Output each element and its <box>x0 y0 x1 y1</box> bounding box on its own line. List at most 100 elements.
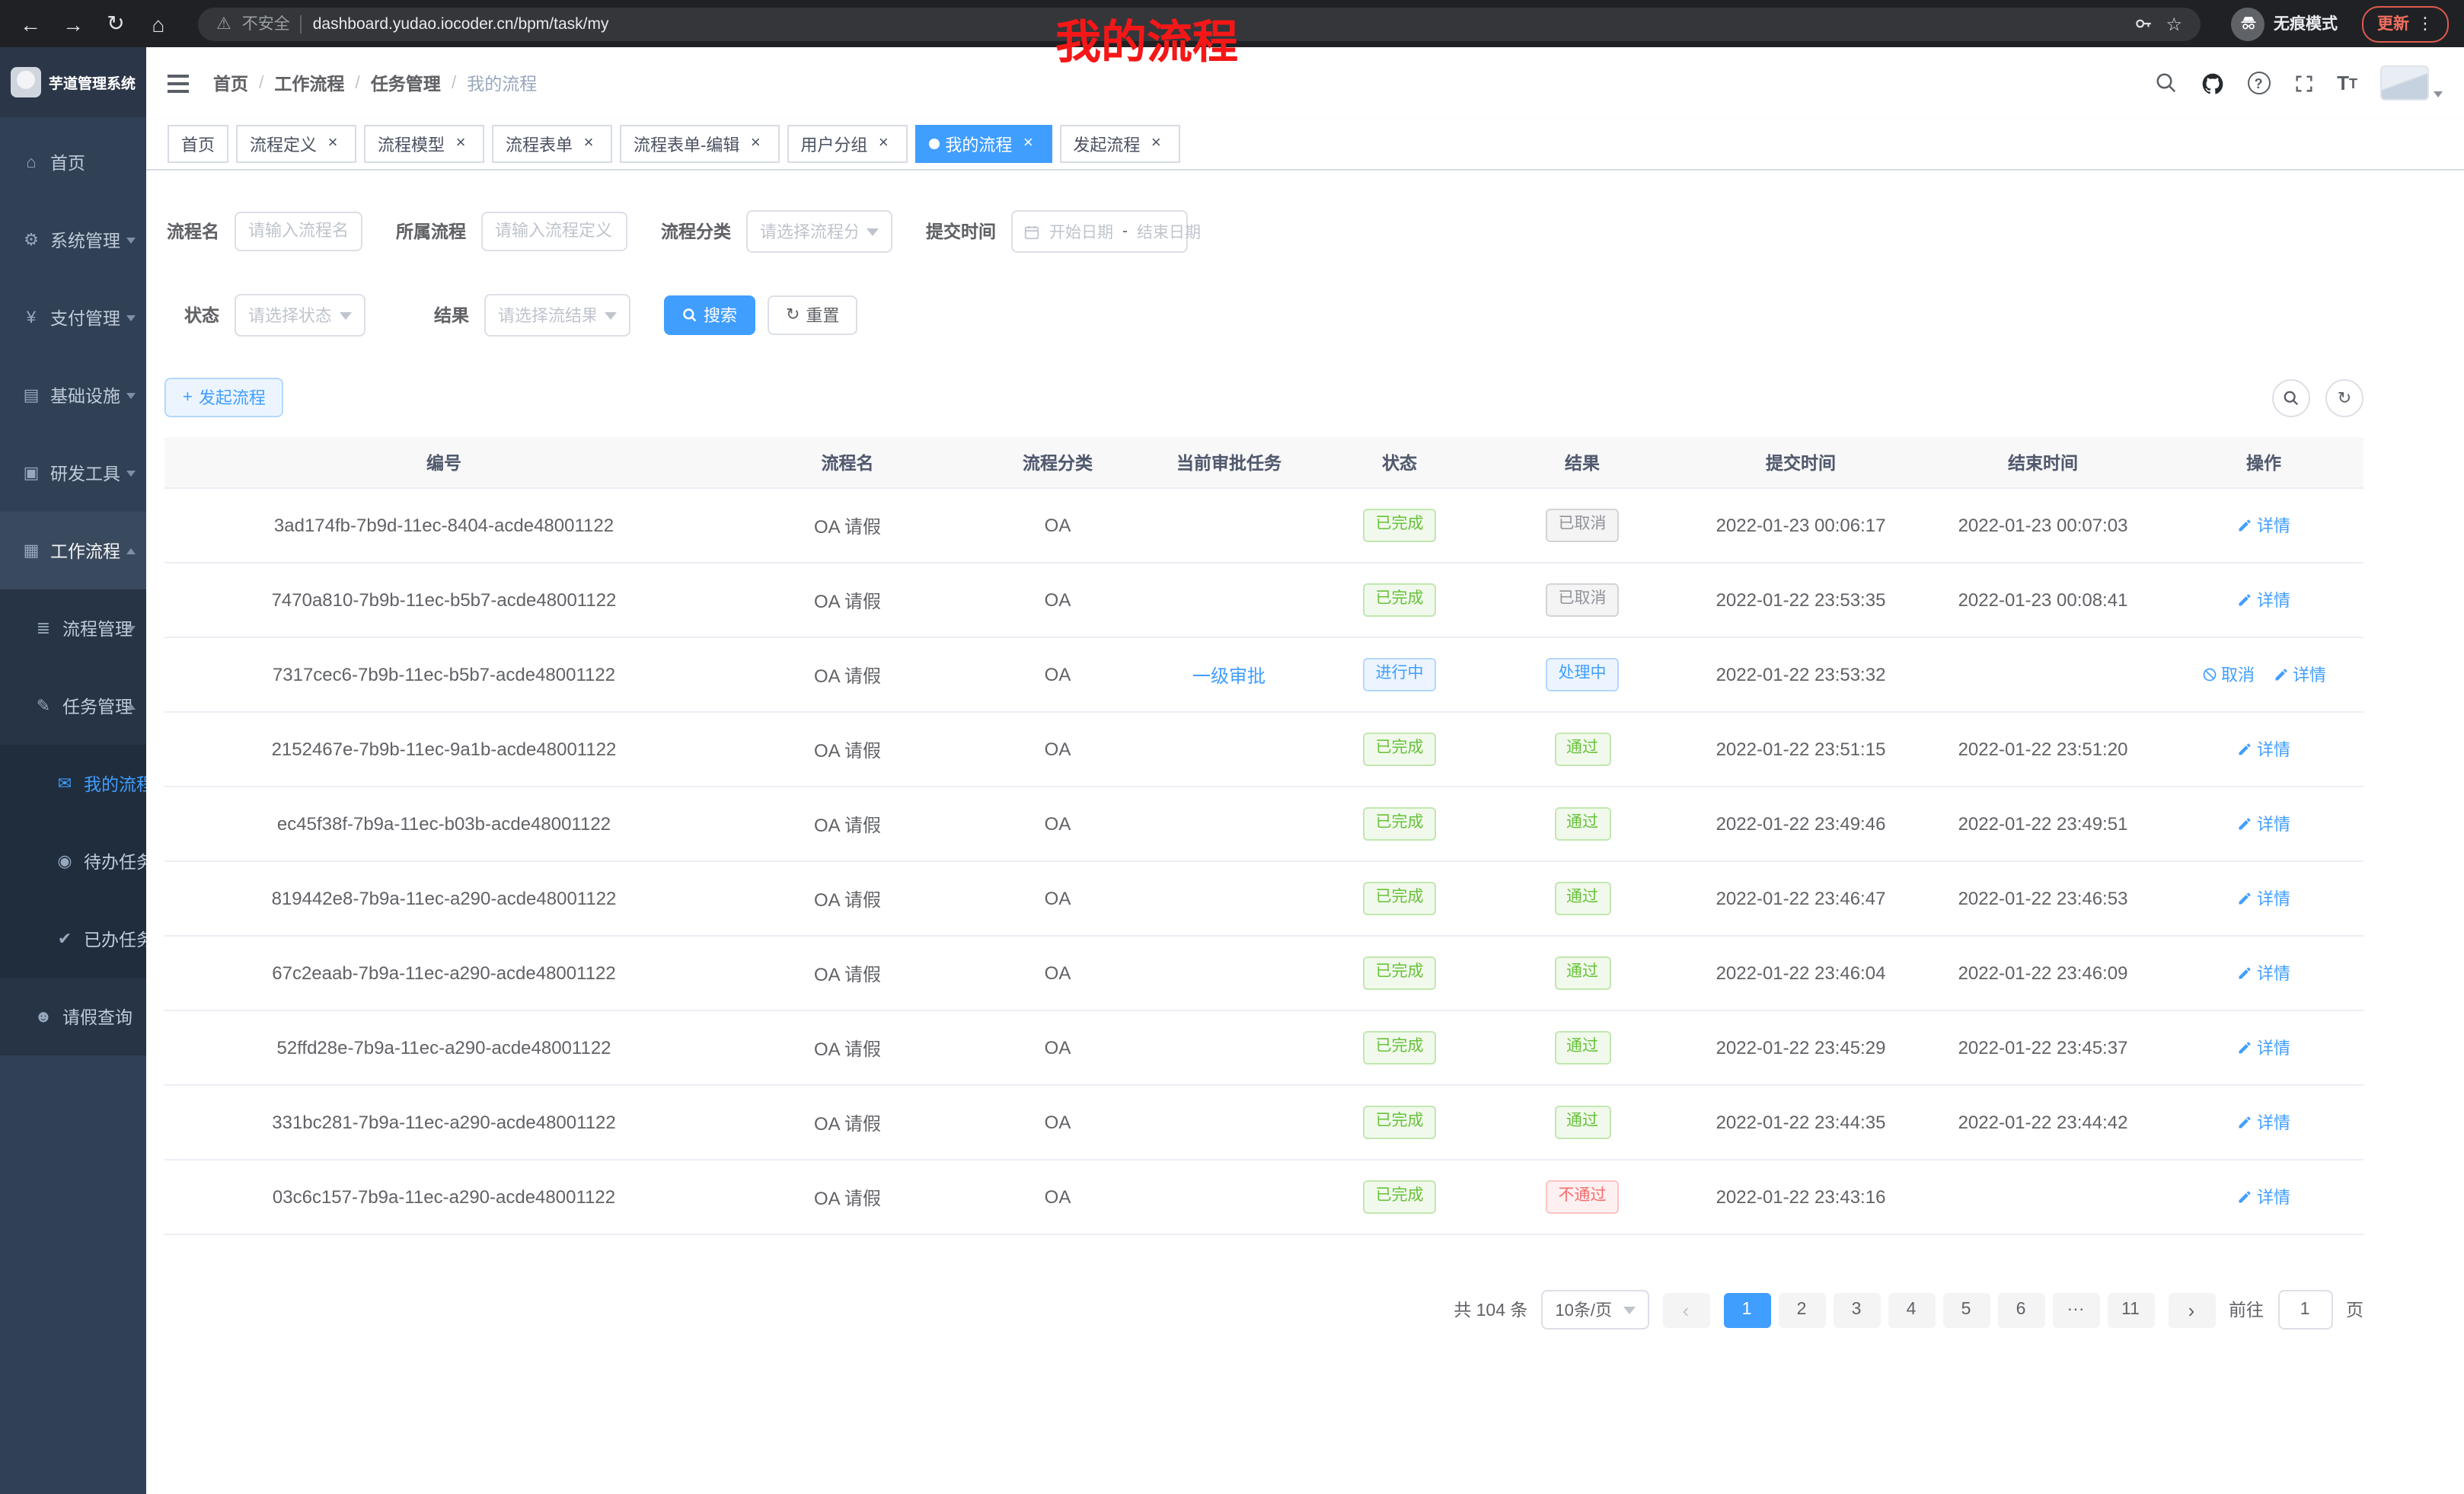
process-id-cell: ec45f38f-7b9a-11ec-b03b-acde48001122 <box>164 787 723 861</box>
sidebar-item-system[interactable]: ⚙系统管理 <box>0 201 146 279</box>
breadcrumb-item-task-management[interactable]: 任务管理 <box>371 71 441 95</box>
date-range-picker[interactable]: 开始日期 - 结束日期 <box>1011 210 1188 253</box>
page-button-11[interactable]: 11 <box>2107 1292 2154 1327</box>
current-task-link[interactable]: 一级审批 <box>1192 665 1266 686</box>
close-icon[interactable]: × <box>1146 134 1166 154</box>
goto-page-input[interactable] <box>2277 1290 2332 1330</box>
detail-link[interactable]: 详情 <box>2237 513 2290 538</box>
page-button-6[interactable]: 6 <box>1997 1292 2044 1327</box>
breadcrumb-item-home[interactable]: 首页 <box>213 71 248 95</box>
next-page-button[interactable]: › <box>2168 1292 2215 1327</box>
github-icon[interactable] <box>2200 71 2224 95</box>
detail-link[interactable]: 详情 <box>2237 1185 2290 1209</box>
close-icon[interactable]: × <box>579 134 598 154</box>
user-menu[interactable] <box>2380 65 2443 101</box>
detail-link[interactable]: 详情 <box>2237 1036 2290 1060</box>
home-icon[interactable]: ⌂ <box>143 8 174 39</box>
tab-start-process[interactable]: 发起流程× <box>1059 125 1179 163</box>
font-size-icon[interactable]: TT <box>2337 72 2357 94</box>
tab-user-group[interactable]: 用户分组× <box>787 125 907 163</box>
process-category-cell: OA <box>972 936 1144 1010</box>
sidebar-item-todo-tasks[interactable]: ◉待办任务 <box>0 822 146 900</box>
end-time-cell: 2022-01-22 23:51:20 <box>1922 712 2164 787</box>
close-icon[interactable]: × <box>323 134 343 154</box>
submit-time-cell: 2022-01-22 23:51:15 <box>1680 712 1922 787</box>
close-icon[interactable]: × <box>1018 134 1038 154</box>
tab-process-form[interactable]: 流程表单× <box>492 125 612 163</box>
breadcrumb: 首页 / 工作流程 / 任务管理 / 我的流程 <box>213 71 537 95</box>
tab-process-definition[interactable]: 流程定义× <box>236 125 356 163</box>
detail-link[interactable]: 详情 <box>2237 961 2290 985</box>
sidebar-item-home[interactable]: ⌂首页 <box>0 123 146 201</box>
close-icon[interactable]: × <box>451 134 471 154</box>
sidebar-item-process-management[interactable]: ≣流程管理 <box>0 589 146 667</box>
current-task-cell <box>1144 488 1314 563</box>
start-process-button[interactable]: + 发起流程 <box>164 378 284 417</box>
close-icon[interactable]: × <box>873 134 893 154</box>
process-name: OA 请假 <box>814 1113 881 1134</box>
fullscreen-icon[interactable] <box>2293 72 2314 94</box>
status-tag: 已完成 <box>1364 807 1436 841</box>
submit-time: 2022-01-22 23:46:47 <box>1716 888 1886 909</box>
status-tag: 已完成 <box>1364 956 1436 990</box>
detail-link[interactable]: 详情 <box>2237 886 2290 911</box>
bookmark-star-icon[interactable]: ☆ <box>2166 13 2182 34</box>
hamburger-icon[interactable] <box>168 74 189 92</box>
page-button-3[interactable]: 3 <box>1833 1292 1880 1327</box>
tab-home[interactable]: 首页 <box>168 125 228 163</box>
toggle-search-button[interactable] <box>2272 378 2310 417</box>
process-category: OA <box>1045 664 1071 685</box>
forward-icon[interactable]: → <box>58 8 88 39</box>
cancel-link[interactable]: 取消 <box>2201 662 2255 687</box>
detail-link[interactable]: 详情 <box>2237 737 2290 761</box>
reload-icon[interactable]: ↻ <box>101 8 131 39</box>
detail-link[interactable]: 详情 <box>2237 588 2290 612</box>
process-definition-input[interactable] <box>481 212 627 251</box>
category-select[interactable]: 请选择流程分类 <box>746 210 892 253</box>
back-icon[interactable]: ← <box>15 8 46 39</box>
submit-time-cell: 2022-01-23 00:06:17 <box>1680 488 1922 563</box>
page-button-4[interactable]: 4 <box>1888 1292 1935 1327</box>
tab-process-model[interactable]: 流程模型× <box>364 125 484 163</box>
reset-button[interactable]: ↻ 重置 <box>768 295 857 335</box>
page-button-5[interactable]: 5 <box>1942 1292 1990 1327</box>
breadcrumb-item-workflow[interactable]: 工作流程 <box>274 71 344 95</box>
update-button[interactable]: 更新 ⋮ <box>2362 5 2449 42</box>
status-select[interactable]: 请选择状态 <box>235 294 365 337</box>
sidebar-item-payment[interactable]: ¥支付管理 <box>0 279 146 356</box>
detail-link[interactable]: 详情 <box>2237 1110 2290 1135</box>
app-logo[interactable]: 芋道管理系统 <box>0 47 146 117</box>
browser-menu-icon[interactable]: ⋮ <box>2417 14 2434 34</box>
incognito-icon <box>2231 7 2265 40</box>
detail-link[interactable]: 详情 <box>2273 662 2326 687</box>
page-button-1[interactable]: 1 <box>1723 1292 1770 1327</box>
submit-time-cell: 2022-01-22 23:46:04 <box>1680 936 1922 1010</box>
sidebar-item-task-management[interactable]: ✎任务管理 <box>0 667 146 745</box>
close-icon[interactable]: × <box>745 134 765 154</box>
search-button[interactable]: 搜索 <box>664 295 755 335</box>
tab-process-form-edit[interactable]: 流程表单-编辑× <box>620 125 779 163</box>
result-cell: 不通过 <box>1485 1160 1680 1234</box>
help-icon[interactable]: ? <box>2247 72 2270 94</box>
page-size-select[interactable]: 10条/页 <box>1541 1290 1649 1330</box>
sidebar-item-my-process[interactable]: ✉我的流程 <box>0 745 146 822</box>
sidebar-item-leave-query[interactable]: ☻请假查询 <box>0 978 146 1055</box>
search-icon[interactable] <box>2154 72 2177 94</box>
sidebar-item-done-tasks[interactable]: ✔已办任务 <box>0 900 146 978</box>
sidebar-item-devtools[interactable]: ▣研发工具 <box>0 434 146 512</box>
status-cell: 已完成 <box>1314 1010 1485 1085</box>
detail-link[interactable]: 详情 <box>2237 812 2290 836</box>
result-select[interactable]: 请选择流结果 <box>484 294 630 337</box>
page-ellipsis[interactable]: ··· <box>2052 1292 2099 1327</box>
status-tag: 已完成 <box>1364 509 1436 542</box>
tab-my-process[interactable]: 我的流程× <box>914 125 1052 163</box>
page-button-2[interactable]: 2 <box>1778 1292 1825 1327</box>
status-cell: 已完成 <box>1314 1085 1485 1160</box>
sidebar-item-workflow[interactable]: ▦工作流程 <box>0 512 146 589</box>
sidebar-item-infrastructure[interactable]: ▤基础设施 <box>0 356 146 434</box>
key-icon[interactable] <box>2130 11 2155 36</box>
process-name-input[interactable] <box>235 212 362 251</box>
refresh-table-button[interactable]: ↻ <box>2325 378 2363 417</box>
prev-page-button[interactable]: ‹ <box>1662 1292 1709 1327</box>
process-definition-label: 所属流程 <box>396 219 466 244</box>
